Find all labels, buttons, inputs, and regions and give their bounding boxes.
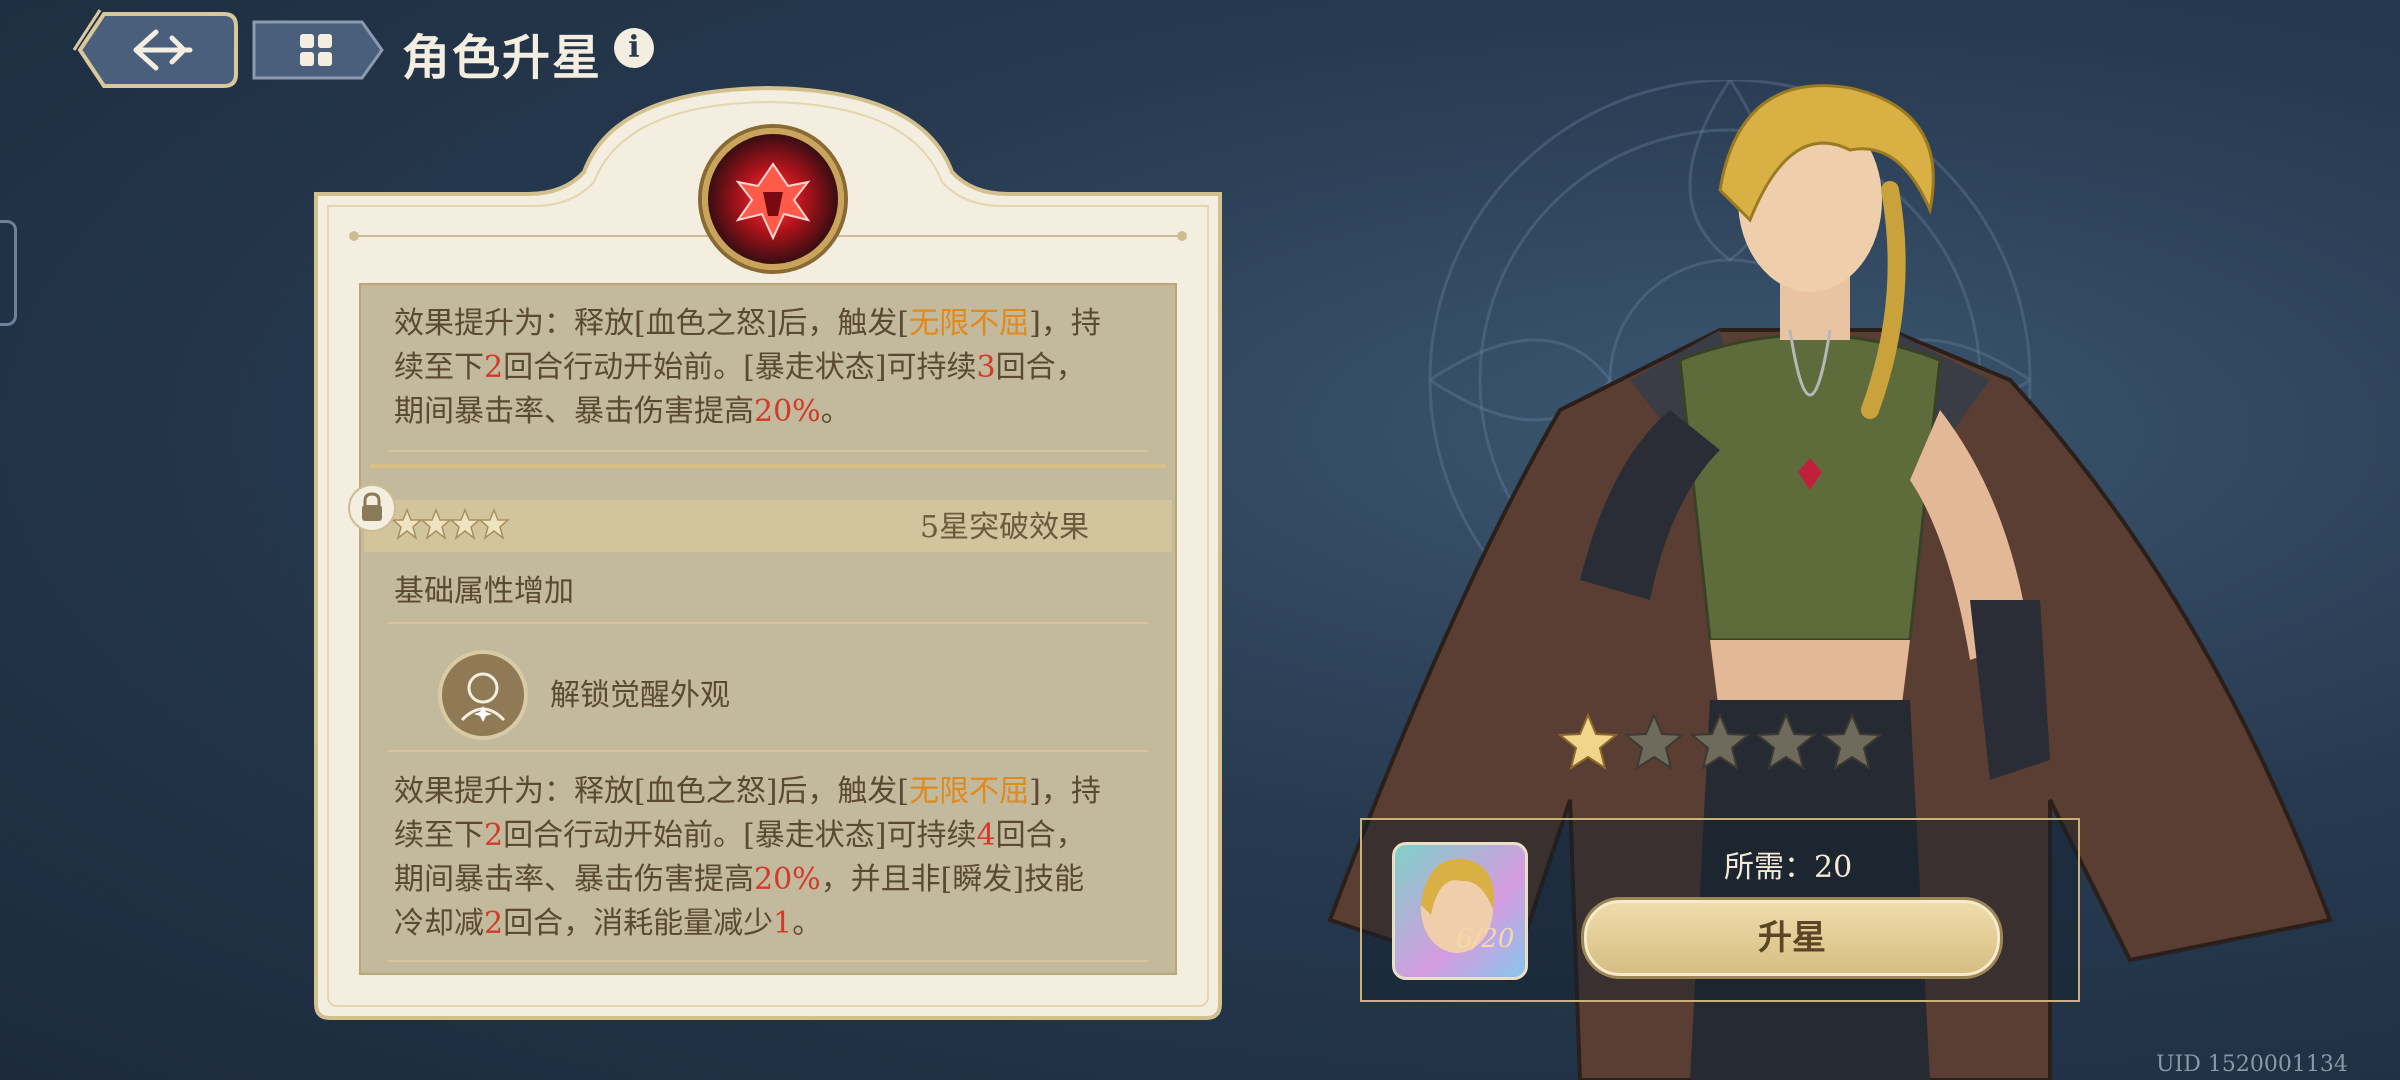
- user-id: UID 1520001134: [2156, 1052, 2348, 1077]
- star-empty-icon: [1624, 712, 1684, 771]
- basic-attr-label: 基础属性增加: [394, 574, 574, 609]
- shard-count: 6/20: [1456, 924, 1515, 954]
- awaken-skin-icon: [438, 650, 528, 740]
- star-empty-icon: [1822, 712, 1882, 771]
- info-icon[interactable]: i: [614, 28, 654, 68]
- star-rating: [1558, 712, 1882, 772]
- page-title: 角色升星: [402, 30, 603, 86]
- star-filled-icon: [1558, 712, 1618, 771]
- unlock-skin-label: 解锁觉醒外观: [550, 678, 730, 713]
- required-amount: 所需：20: [1724, 850, 1853, 885]
- star-icon: [449, 508, 481, 540]
- star-empty-icon: [1690, 712, 1750, 771]
- star-breakthrough-label: 5星突破效果: [920, 510, 1090, 545]
- divider: [388, 960, 1148, 962]
- star-icon: [478, 508, 510, 540]
- effect-text-upper: 效果提升为：释放[血色之怒]后，触发[无限不屈]，持 续至下2回合行动开始前。[…: [394, 306, 1101, 429]
- effect-text-lower: 效果提升为：释放[血色之怒]后，触发[无限不屈]，持 续至下2回合行动开始前。[…: [394, 774, 1101, 941]
- side-tab[interactable]: [0, 220, 17, 326]
- star-up-button[interactable]: 升星: [1584, 900, 2000, 976]
- back-button[interactable]: [60, 8, 240, 92]
- skill-icon: [702, 128, 844, 270]
- small-stars: [392, 508, 510, 540]
- star-icon: [420, 508, 452, 540]
- divider: [388, 622, 1148, 624]
- character-shard-icon[interactable]: [1392, 842, 1528, 980]
- lock-icon: [348, 484, 396, 532]
- divider: [388, 450, 1148, 452]
- star-empty-icon: [1756, 712, 1816, 771]
- divider: [388, 750, 1148, 752]
- star-icon: [392, 508, 423, 540]
- menu-button[interactable]: [250, 18, 386, 82]
